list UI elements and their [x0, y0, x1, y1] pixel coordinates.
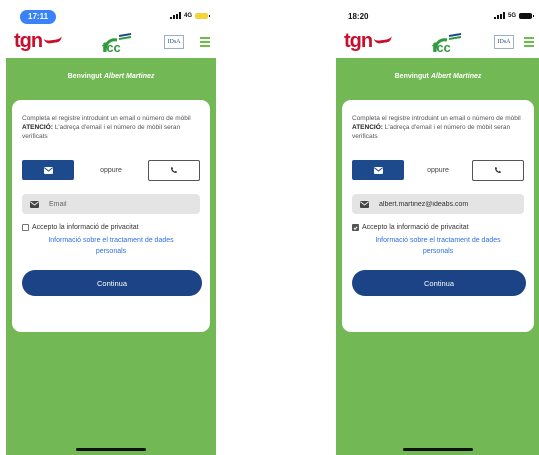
continue-button[interactable]: Continua: [22, 270, 202, 296]
hamburger-menu-icon[interactable]: [524, 37, 534, 47]
content-area: Benvingut Albert Martinez Completa el re…: [6, 58, 216, 455]
privacy-checkbox[interactable]: [22, 224, 29, 231]
envelope-icon: [360, 200, 369, 208]
user-name: Albert Martinez: [430, 73, 482, 80]
privacy-info-link[interactable]: Informació sobre el tractament de dades …: [373, 235, 503, 257]
welcome-message: Benvingut Albert Martinez: [394, 73, 482, 80]
separator-text: oppure: [100, 166, 122, 174]
home-indicator: [76, 448, 146, 451]
network-label: 4G: [183, 12, 192, 19]
phone-screen-1: 17:11 4G tgn fcc IDsA Benvingut Albert M…: [6, 8, 216, 455]
envelope-icon: [43, 166, 53, 174]
consent-label: Accepto la informació de privacitat: [32, 224, 139, 231]
signal-icon: [493, 12, 505, 19]
registration-card: Completa el registre introduint un email…: [342, 100, 534, 332]
status-indicators: 5G: [493, 12, 534, 19]
phone-option-button[interactable]: [147, 159, 200, 181]
privacy-checkbox[interactable]: [352, 224, 359, 231]
fcc-logo: fcc: [102, 33, 132, 54]
welcome-message: Benvingut Albert Martinez: [67, 73, 155, 80]
separator-text: oppure: [427, 166, 449, 174]
svg-text:fcc: fcc: [432, 40, 451, 54]
status-time: 18:20: [348, 12, 369, 21]
privacy-info-link[interactable]: Informació sobre el tractament de dades …: [46, 235, 176, 257]
phone-icon: [494, 167, 501, 173]
content-area: Benvingut Albert Martinez Completa el re…: [336, 58, 539, 455]
consent-label: Accepto la informació de privacitat: [362, 224, 469, 231]
email-option-button[interactable]: [22, 160, 74, 180]
user-name: Albert Martinez: [103, 73, 155, 80]
checkmark-icon: [353, 225, 358, 230]
intro-text: Completa el registre introduint un email…: [352, 115, 521, 140]
notice-label: ATENCIÓ:: [22, 124, 53, 131]
fcc-logo: fcc: [432, 33, 462, 54]
app-header: tgn fcc IDsA: [6, 28, 216, 58]
svg-text:fcc: fcc: [102, 40, 121, 54]
email-option-button[interactable]: [352, 160, 404, 180]
tgn-logo: tgn: [344, 30, 393, 53]
status-bar: 17:11 4G: [6, 8, 216, 28]
app-header: tgn fcc IDsA: [336, 28, 539, 58]
network-label: 5G: [507, 12, 516, 19]
privacy-consent[interactable]: Accepto la informació de privacitat: [352, 224, 524, 231]
battery-icon: [195, 12, 210, 19]
notice-label: ATENCIÓ:: [352, 124, 383, 131]
tgn-logo: tgn: [14, 30, 63, 53]
envelope-icon: [373, 166, 383, 174]
phone-screen-2: 18:20 5G tgn fcc IDsA Benvingut Albert M…: [336, 8, 539, 455]
ideas-logo: IDsA: [494, 35, 514, 49]
status-bar: 18:20 5G: [336, 8, 539, 28]
contact-method-toggle: oppure: [352, 159, 524, 181]
continue-button[interactable]: Continua: [352, 270, 526, 296]
email-input[interactable]: [379, 200, 509, 208]
signal-icon: [169, 12, 181, 19]
email-field[interactable]: [22, 194, 200, 214]
contact-method-toggle: oppure: [22, 159, 200, 181]
envelope-icon: [30, 200, 39, 208]
status-indicators: 4G: [169, 12, 210, 19]
registration-card: Completa el registre introduint un email…: [12, 100, 210, 332]
ideas-logo: IDsA: [164, 35, 184, 49]
status-time: 17:11: [20, 10, 57, 24]
hamburger-menu-icon[interactable]: [200, 37, 210, 47]
intro-text: Completa el registre introduint un email…: [22, 115, 191, 140]
phone-option-button[interactable]: [471, 159, 524, 181]
email-input[interactable]: [49, 200, 179, 208]
battery-icon: [519, 12, 534, 19]
email-field[interactable]: [352, 194, 524, 214]
privacy-consent[interactable]: Accepto la informació de privacitat: [22, 224, 200, 231]
home-indicator: [403, 448, 473, 451]
phone-icon: [170, 167, 177, 173]
